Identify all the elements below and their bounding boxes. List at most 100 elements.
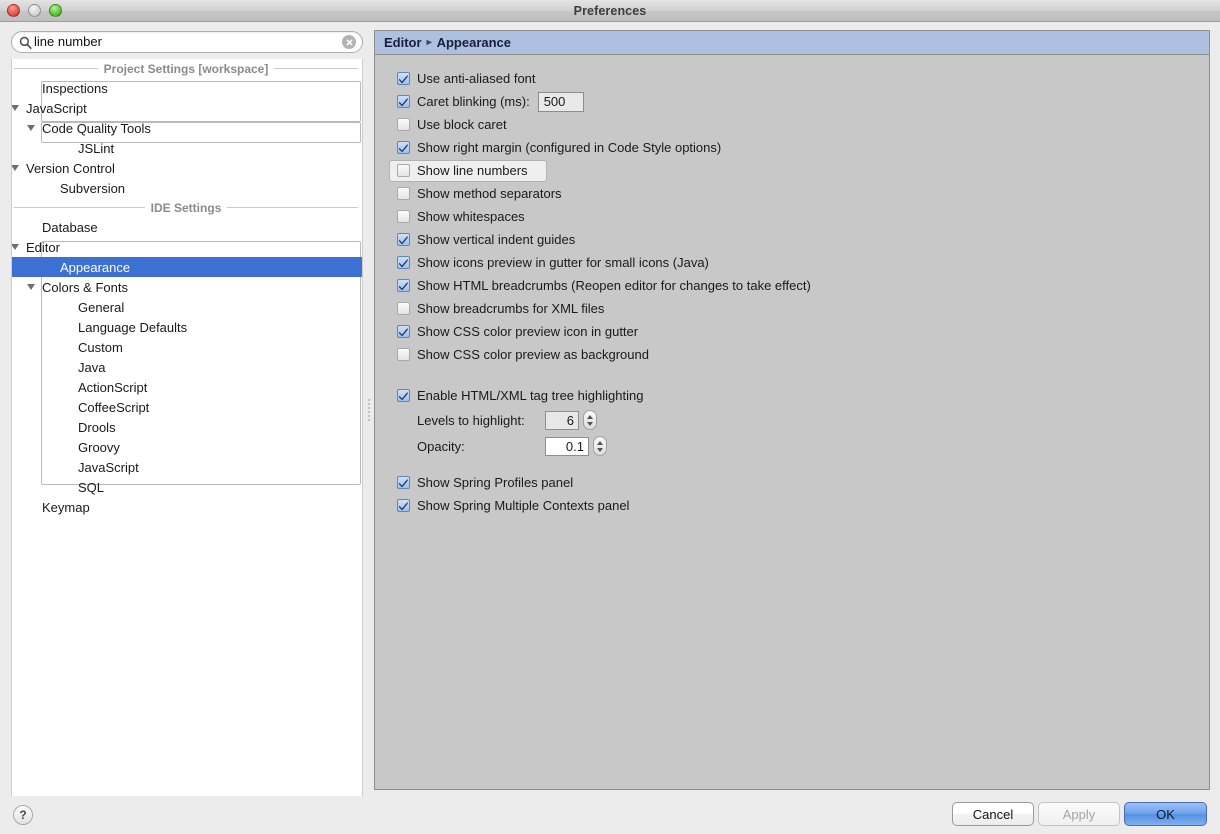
option-row[interactable]: Show Spring Multiple Contexts panel (375, 494, 1209, 517)
sidebar-item-label: Groovy (78, 439, 120, 455)
ok-button[interactable]: OK (1124, 802, 1207, 826)
sidebar-item-editor[interactable]: Editor (12, 237, 362, 257)
opacity-label: Opacity: (417, 438, 465, 454)
chevron-right-icon: ▸ (426, 37, 432, 48)
opacity-input[interactable]: 0.1 (545, 436, 589, 456)
checkbox-checked[interactable] (397, 279, 410, 292)
sidebar-item-subversion[interactable]: Subversion (12, 178, 362, 198)
checkbox-checked[interactable] (397, 95, 410, 108)
sidebar-item-sql[interactable]: SQL (12, 477, 362, 497)
option-row[interactable]: Show CSS color preview as background (375, 343, 1209, 366)
sidebar-item-actionscript[interactable]: ActionScript (12, 377, 362, 397)
checkbox-unchecked[interactable] (397, 348, 410, 361)
option-row[interactable]: Show line numbers (375, 159, 1209, 182)
sidebar-item-code-quality-tools[interactable]: Code Quality Tools (12, 118, 362, 138)
sidebar-item-coffeescript[interactable]: CoffeeScript (12, 397, 362, 417)
option-label: Show Spring Profiles panel (417, 475, 574, 490)
checkbox-unchecked[interactable] (397, 118, 410, 131)
check-icon (398, 391, 408, 400)
sidebar-item-label: Colors & Fonts (42, 279, 128, 295)
option-row[interactable]: Show right margin (configured in Code St… (375, 136, 1209, 159)
chevron-up-icon[interactable] (587, 414, 593, 419)
checkbox-checked[interactable] (397, 233, 410, 246)
option-row[interactable]: Use anti-aliased font (375, 67, 1209, 90)
checkbox-checked[interactable] (397, 389, 410, 402)
chevron-up-icon[interactable] (597, 440, 603, 445)
chevron-down-icon[interactable] (587, 421, 593, 426)
sidebar-item-label: Keymap (42, 499, 90, 515)
option-label: Caret blinking (ms): (417, 94, 530, 109)
sidebar-item-inspections[interactable]: Inspections (12, 78, 362, 98)
option-row[interactable]: Show breadcrumbs for XML files (375, 297, 1209, 320)
option-row-tag-tree[interactable]: Enable HTML/XML tag tree highlighting (375, 384, 1209, 407)
sidebar-item-database[interactable]: Database (12, 217, 362, 237)
sidebar-item-version-control[interactable]: Version Control (12, 158, 362, 178)
checkbox-unchecked[interactable] (397, 187, 410, 200)
checkbox-checked[interactable] (397, 72, 410, 85)
sidebar-item-groovy[interactable]: Groovy (12, 437, 362, 457)
settings-tree[interactable]: Project Settings [workspace] Inspections J… (11, 59, 363, 811)
checkbox-unchecked[interactable] (397, 302, 410, 315)
chevron-down-icon[interactable] (22, 125, 40, 131)
option-row[interactable]: Caret blinking (ms): 500 (375, 90, 1209, 113)
checkbox-checked[interactable] (397, 325, 410, 338)
chevron-down-icon[interactable] (22, 284, 40, 290)
clear-icon[interactable] (342, 35, 356, 49)
sidebar-item-general[interactable]: General (12, 297, 362, 317)
help-button[interactable]: ? (13, 805, 33, 825)
option-row[interactable]: Use block caret (375, 113, 1209, 136)
sidebar-item-label: ActionScript (78, 379, 148, 395)
option-label: Show vertical indent guides (417, 232, 576, 247)
checkbox-checked[interactable] (397, 499, 410, 512)
option-row[interactable]: Show whitespaces (375, 205, 1209, 228)
breadcrumb-leaf: Appearance (436, 35, 512, 50)
sidebar-item-javascript[interactable]: JavaScript (12, 98, 362, 118)
close-button[interactable] (7, 4, 20, 17)
zoom-button[interactable] (49, 4, 62, 17)
sidebar-item-java[interactable]: Java (12, 357, 362, 377)
checkbox-checked[interactable] (397, 256, 410, 269)
levels-to-highlight-stepper[interactable] (583, 410, 597, 430)
chevron-down-icon[interactable] (12, 105, 24, 111)
sidebar-item-keymap[interactable]: Keymap (12, 497, 362, 517)
sidebar-item-jslint[interactable]: JSLint (12, 138, 362, 158)
levels-to-highlight-input[interactable]: 6 (545, 410, 579, 430)
check-icon (398, 258, 408, 267)
sidebar-item-language-defaults[interactable]: Language Defaults (12, 317, 362, 337)
chevron-down-icon[interactable] (597, 447, 603, 452)
checkbox-unchecked[interactable] (397, 164, 410, 177)
chevron-down-icon[interactable] (12, 165, 24, 171)
sidebar-item-label: Drools (78, 419, 116, 435)
sidebar-item-colors-fonts[interactable]: Colors & Fonts (12, 277, 362, 297)
option-row[interactable]: Show method separators (375, 182, 1209, 205)
option-row[interactable]: Show icons preview in gutter for small i… (375, 251, 1209, 274)
sidebar-item-label: Inspections (42, 80, 108, 96)
option-row[interactable]: Show Spring Profiles panel (375, 471, 1209, 494)
option-label: Show Spring Multiple Contexts panel (417, 498, 630, 513)
checkbox-checked[interactable] (397, 476, 410, 489)
checkbox-unchecked[interactable] (397, 210, 410, 223)
sidebar-item-appearance[interactable]: Appearance (12, 257, 362, 277)
search-field[interactable] (11, 31, 363, 53)
cancel-button[interactable]: Cancel (952, 802, 1034, 826)
sidebar-item-custom[interactable]: Custom (12, 337, 362, 357)
search-field-wrapper (11, 31, 363, 53)
breadcrumb-root[interactable]: Editor (384, 35, 422, 50)
tree-group-header: Project Settings [workspace] (12, 59, 362, 78)
chevron-down-icon[interactable] (12, 244, 24, 250)
caret-blinking-input[interactable]: 500 (537, 91, 584, 112)
sidebar-item-javascript[interactable]: JavaScript (12, 457, 362, 477)
option-row[interactable]: Show vertical indent guides (375, 228, 1209, 251)
opacity-stepper[interactable] (593, 436, 607, 456)
option-label: Use anti-aliased font (417, 71, 536, 86)
sidebar-item-drools[interactable]: Drools (12, 417, 362, 437)
option-row[interactable]: Show HTML breadcrumbs (Reopen editor for… (375, 274, 1209, 297)
tree-group-label: Project Settings [workspace] (103, 61, 269, 76)
minimize-button[interactable] (28, 4, 41, 17)
option-label: Show HTML breadcrumbs (Reopen editor for… (417, 278, 811, 293)
search-input[interactable] (34, 33, 342, 51)
option-row[interactable]: Show CSS color preview icon in gutter (375, 320, 1209, 343)
checkbox-checked[interactable] (397, 141, 410, 154)
panel-splitter[interactable] (364, 30, 374, 790)
